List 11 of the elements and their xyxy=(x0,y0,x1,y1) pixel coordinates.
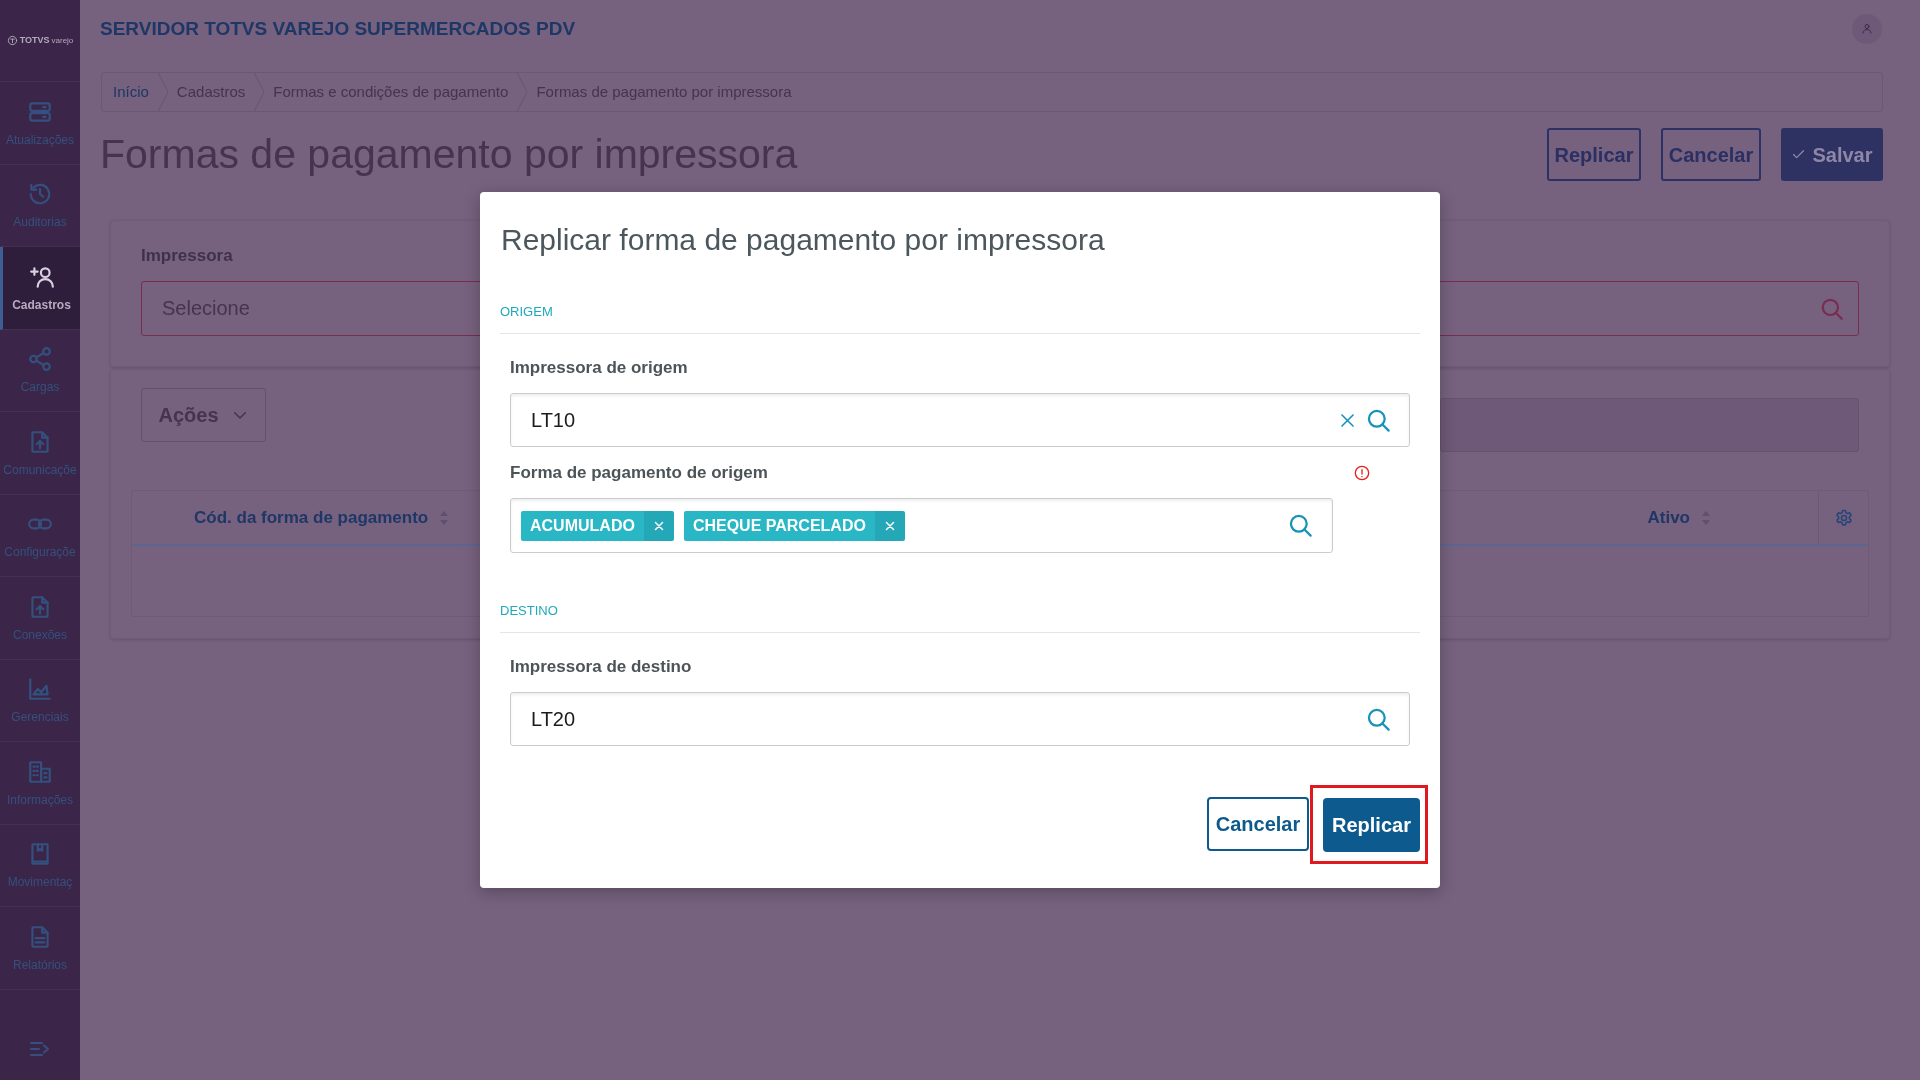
selected-tag: ACUMULADO xyxy=(521,510,644,541)
modal-title: Replicar forma de pagamento por impressora xyxy=(500,222,1105,258)
field-label: Impressora de origem xyxy=(510,357,688,379)
field-label: Forma de pagamento de origem xyxy=(510,462,768,484)
logo-text: TOTVS xyxy=(19,35,50,46)
app-title: SERVIDOR TOTVS VAREJO SUPERMERCADOS PDV xyxy=(100,16,576,41)
logo-tagline: varejo xyxy=(51,35,74,46)
section-heading: ORIGEM xyxy=(500,304,553,320)
field-label: Impressora de destino xyxy=(510,656,692,678)
section-heading: DESTINO xyxy=(500,603,558,619)
selected-tag: CHEQUE PARCELADO xyxy=(683,510,875,541)
